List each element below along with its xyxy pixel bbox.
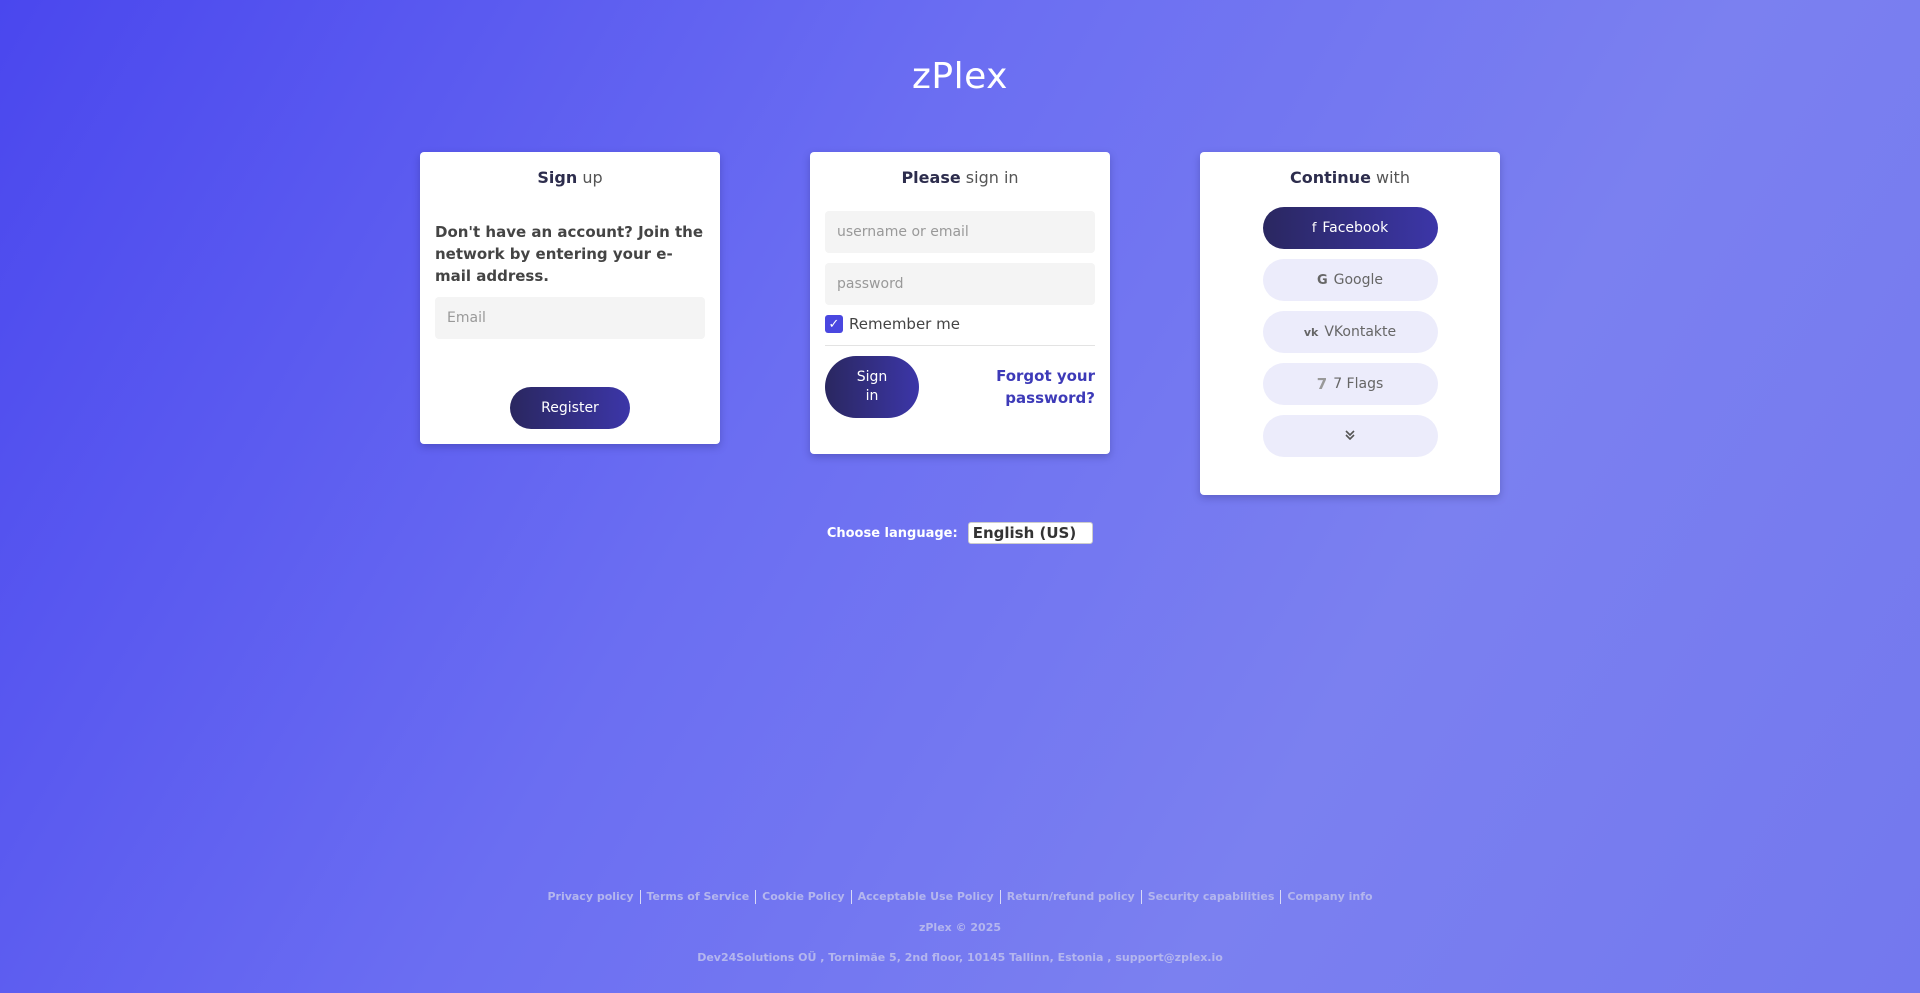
brand-logo-text: zPlex <box>912 56 1008 97</box>
google-login-button[interactable]: G Google <box>1262 259 1438 301</box>
signup-card: Sign up Don't have an account? Join the … <box>420 152 720 444</box>
google-icon: G <box>1316 272 1328 288</box>
signin-title-rest: sign in <box>965 168 1019 187</box>
7flags-login-button[interactable]: 7 7 Flags <box>1262 363 1438 405</box>
divider <box>825 345 1095 346</box>
signin-card: Please sign in username or email passwor… <box>810 152 1110 454</box>
footer-link-privacy[interactable]: Privacy policy <box>541 890 639 904</box>
footer-link-cookie[interactable]: Cookie Policy <box>756 890 850 904</box>
footer-link-security[interactable]: Security capabilities <box>1142 890 1281 904</box>
remember-me-label: Remember me <box>849 315 960 333</box>
vkontakte-login-button[interactable]: vk VKontakte <box>1262 311 1438 353</box>
remember-me-row[interactable]: ✓ Remember me <box>825 315 1095 333</box>
username-input[interactable]: username or email <box>825 211 1095 253</box>
social-login-card: Continue with f Facebook G Google vk VKo… <box>1200 152 1500 495</box>
social-title-bold: Continue <box>1290 168 1371 187</box>
signup-title-rest: up <box>582 168 603 187</box>
forgot-password-link[interactable]: Forgot your password? <box>985 365 1095 409</box>
footer-link-terms[interactable]: Terms of Service <box>641 890 756 904</box>
copyright: zPlex © 2025 <box>918 921 1002 934</box>
password-input[interactable]: password <box>825 263 1095 305</box>
social-buttons: f Facebook G Google vk VKontakte 7 7 Fla… <box>1215 207 1485 467</box>
footer-link-acceptable-use[interactable]: Acceptable Use Policy <box>852 890 1000 904</box>
signup-title-bold: Sign <box>537 168 578 187</box>
footer-link-company[interactable]: Company info <box>1281 890 1378 904</box>
company-address: Dev24Solutions OÜ , Tornimäe 5, 2nd floo… <box>697 951 1223 964</box>
signin-button[interactable]: Sign in <box>825 356 919 418</box>
facebook-icon: f <box>1311 220 1317 236</box>
signup-title: Sign up <box>435 168 705 187</box>
chevron-double-down-icon <box>1345 429 1355 443</box>
social-title-rest: with <box>1376 168 1410 187</box>
language-chooser: Choose language: English (US) <box>0 522 1920 544</box>
remember-me-checkbox[interactable]: ✓ <box>825 315 843 333</box>
more-options-button[interactable] <box>1262 415 1438 457</box>
facebook-label: Facebook <box>1322 220 1389 236</box>
language-label: Choose language: <box>826 525 958 541</box>
signup-description: Don't have an account? Join the network … <box>435 223 704 285</box>
signin-actions: Sign in Forgot your password? <box>825 356 1095 418</box>
social-title: Continue with <box>1215 168 1485 187</box>
vk-icon: vk <box>1303 325 1319 339</box>
footer-link-refund[interactable]: Return/refund policy <box>1001 890 1141 904</box>
google-label: Google <box>1333 272 1384 288</box>
7flags-label: 7 Flags <box>1333 376 1384 392</box>
signup-email-input[interactable]: Email <box>435 297 705 339</box>
footer-links: Privacy policy Terms of Service Cookie P… <box>0 890 1920 904</box>
facebook-login-button[interactable]: f Facebook <box>1262 207 1438 249</box>
register-button[interactable]: Register <box>510 387 630 429</box>
signin-title-bold: Please <box>901 168 961 187</box>
signin-title: Please sign in <box>825 168 1095 187</box>
vkontakte-label: VKontakte <box>1324 324 1397 340</box>
language-select[interactable]: English (US) <box>967 522 1094 544</box>
7flags-icon: 7 <box>1316 375 1328 393</box>
